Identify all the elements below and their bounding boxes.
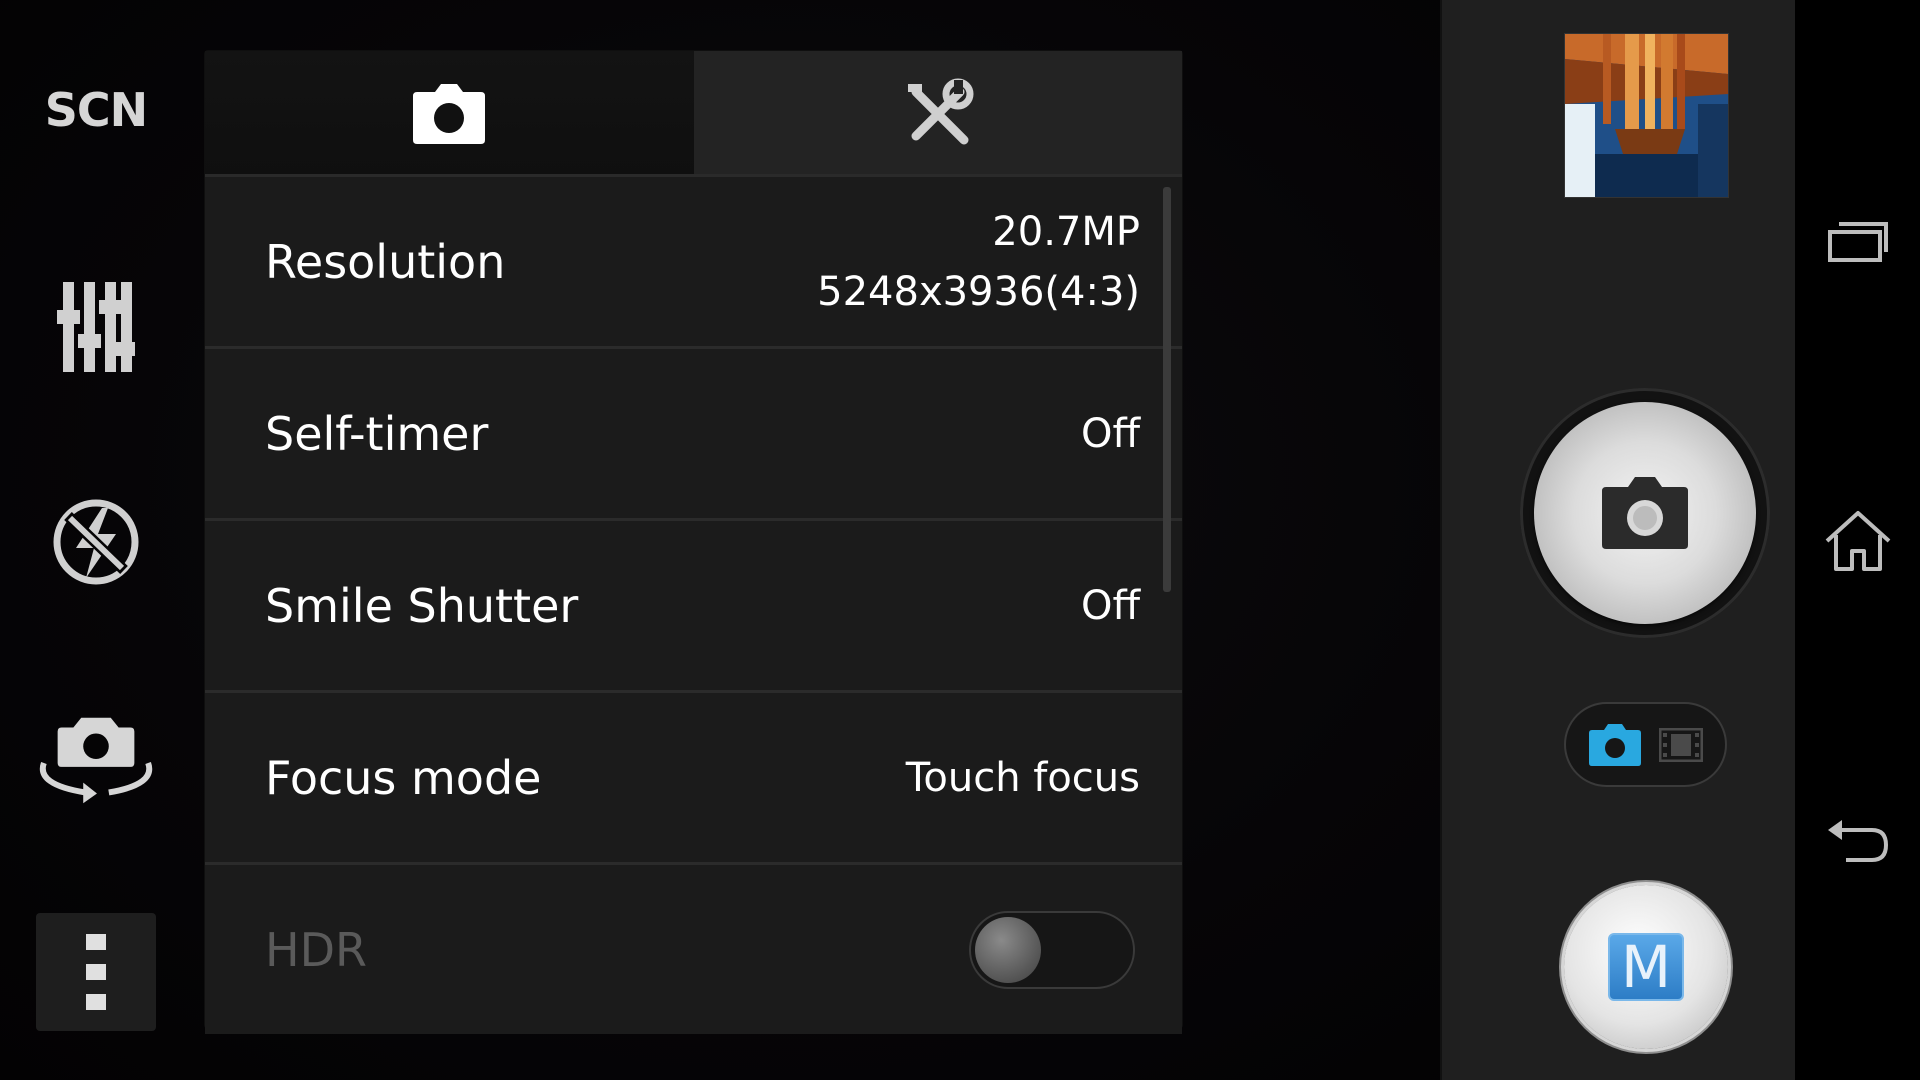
setting-row-focus-mode[interactable]: Focus mode Touch focus bbox=[205, 693, 1182, 865]
manual-mode-badge: M bbox=[1608, 933, 1684, 1001]
setting-value: Off bbox=[1080, 582, 1140, 629]
setting-row-resolution[interactable]: Resolution 20.7MP 5248x3936(4:3) bbox=[205, 177, 1182, 349]
flash-off-icon bbox=[53, 499, 139, 585]
tab-general-settings[interactable] bbox=[693, 51, 1182, 176]
recent-apps-icon bbox=[1828, 222, 1888, 262]
flash-mode-button[interactable] bbox=[36, 487, 156, 597]
settings-scrollbar[interactable] bbox=[1163, 187, 1171, 592]
tab-camera-settings[interactable] bbox=[205, 51, 694, 176]
home-icon bbox=[1825, 511, 1891, 571]
shutter-button-ring bbox=[1520, 388, 1770, 638]
setting-value: 20.7MP 5248x3936(4:3) bbox=[817, 202, 1140, 322]
settings-panel: Resolution 20.7MP 5248x3936(4:3) Self-ti… bbox=[205, 51, 1182, 1034]
setting-label: Self-timer bbox=[265, 406, 489, 461]
left-rail: SCN bbox=[0, 0, 192, 1080]
recent-apps-button[interactable] bbox=[1817, 200, 1899, 282]
scene-mode-button[interactable]: SCN bbox=[36, 70, 156, 150]
settings-tabs bbox=[205, 51, 1182, 176]
scene-mode-label: SCN bbox=[44, 83, 148, 137]
camera-controls: M bbox=[1440, 0, 1797, 1080]
resolution-dimensions: 5248x3936(4:3) bbox=[817, 268, 1140, 315]
switch-camera-icon bbox=[39, 717, 153, 804]
setting-label: HDR bbox=[265, 922, 367, 977]
camera-icon bbox=[413, 83, 486, 144]
settings-list[interactable]: Resolution 20.7MP 5248x3936(4:3) Self-ti… bbox=[205, 177, 1182, 1034]
home-button[interactable] bbox=[1817, 500, 1899, 582]
resolution-megapixels: 20.7MP bbox=[992, 208, 1140, 255]
manual-mode-button[interactable]: M bbox=[1564, 885, 1728, 1049]
setting-row-self-timer[interactable]: Self-timer Off bbox=[205, 349, 1182, 521]
setting-row-hdr: HDR bbox=[205, 865, 1182, 1034]
shutter-button[interactable] bbox=[1534, 402, 1756, 624]
video-film-icon bbox=[1658, 727, 1703, 762]
setting-label: Resolution bbox=[265, 234, 506, 289]
switch-camera-button[interactable] bbox=[36, 705, 156, 815]
more-options-icon bbox=[86, 934, 106, 1010]
toggle-knob bbox=[975, 916, 1041, 983]
photo-video-mode-switch[interactable] bbox=[1564, 702, 1727, 787]
setting-label: Smile Shutter bbox=[265, 578, 579, 633]
equalizer-button[interactable] bbox=[36, 272, 156, 382]
more-options-button[interactable] bbox=[36, 913, 156, 1031]
setting-row-smile-shutter[interactable]: Smile Shutter Off bbox=[205, 521, 1182, 693]
navigation-bar bbox=[1795, 0, 1920, 1080]
tools-icon bbox=[907, 78, 974, 144]
setting-value: Touch focus bbox=[905, 754, 1140, 801]
hdr-toggle[interactable] bbox=[969, 910, 1135, 989]
back-icon bbox=[1828, 820, 1889, 862]
camera-icon bbox=[1589, 723, 1642, 766]
back-button[interactable] bbox=[1817, 800, 1899, 882]
camera-icon bbox=[1602, 477, 1688, 549]
equalizer-icon bbox=[57, 282, 135, 372]
setting-value: Off bbox=[1080, 410, 1140, 457]
last-photo-thumbnail[interactable] bbox=[1564, 33, 1729, 198]
setting-label: Focus mode bbox=[265, 750, 542, 805]
